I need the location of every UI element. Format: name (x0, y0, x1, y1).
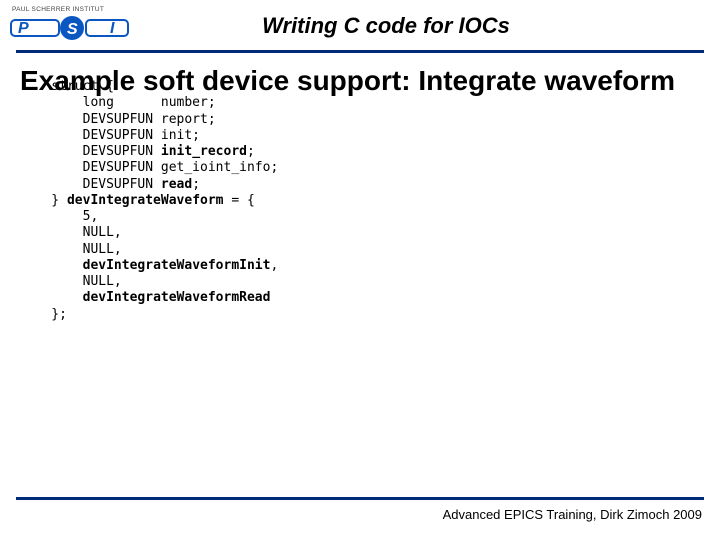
code-line: devIntegrateWaveformRead (20, 290, 700, 306)
code-line: long number; (20, 95, 700, 111)
code-line: NULL, (20, 274, 700, 290)
code-line: NULL, (20, 242, 700, 258)
code-line: NULL, (20, 225, 700, 241)
code-line: devIntegrateWaveformInit, (20, 258, 700, 274)
header: PAUL SCHERRER INSTITUT P S I Writing C c… (0, 0, 720, 48)
code-line: DEVSUPFUN init; (20, 128, 700, 144)
code-line: } devIntegrateWaveform = { (20, 193, 700, 209)
content: Example soft device support: Integrate w… (0, 53, 720, 323)
code-line: }; (20, 307, 700, 323)
code-line: DEVSUPFUN report; (20, 112, 700, 128)
code-block: struct { long number; DEVSUPFUN report; … (20, 79, 700, 323)
svg-text:S: S (67, 21, 78, 38)
svg-text:P: P (18, 20, 29, 37)
footer-text: Advanced EPICS Training, Dirk Zimoch 200… (443, 507, 702, 522)
logo-mark: P S I (10, 14, 130, 40)
code-line: DEVSUPFUN read; (20, 177, 700, 193)
psi-logo: PAUL SCHERRER INSTITUT P S I (10, 6, 130, 46)
code-line: 5, (20, 209, 700, 225)
slide-title: Example soft device support: Integrate w… (20, 65, 700, 97)
code-line: DEVSUPFUN get_ioint_info; (20, 160, 700, 176)
code-line: DEVSUPFUN init_record; (20, 144, 700, 160)
header-title: Writing C code for IOCs (148, 13, 704, 39)
footer-divider (16, 497, 704, 500)
logo-institute-text: PAUL SCHERRER INSTITUT (10, 6, 130, 13)
svg-text:I: I (110, 20, 115, 37)
